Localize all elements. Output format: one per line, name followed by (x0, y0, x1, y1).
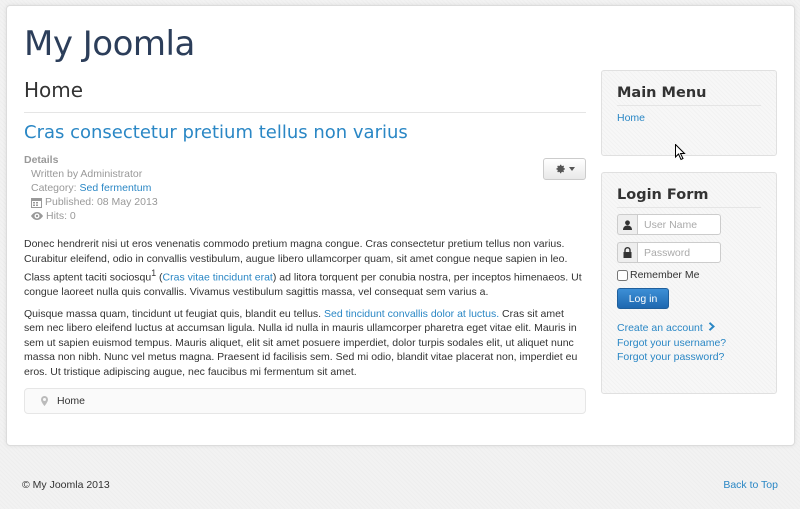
username-input[interactable] (637, 214, 721, 235)
forgot-username-link[interactable]: Forgot your username? (617, 337, 726, 349)
cras-vitae-link[interactable]: Cras vitae tincidunt erat (163, 272, 273, 284)
details-hits: Hits: 0 (24, 209, 586, 223)
eye-icon (31, 212, 43, 220)
main-content: Home Cras consectetur pretium tellus non… (24, 78, 586, 414)
article-paragraph-1: Donec hendrerit nisi ut eros venenatis c… (24, 238, 582, 298)
article-body: Donec hendrerit nisi ut eros venenatis c… (24, 237, 586, 379)
remember-me-checkbox[interactable] (617, 269, 628, 281)
sidebar: Main Menu Home Login Form User Name Reme… (601, 70, 777, 394)
lock-icon-addon (617, 242, 637, 263)
chevron-right-icon (708, 322, 715, 331)
article-tools-button[interactable] (543, 158, 586, 180)
category-link[interactable]: Sed fermentum (80, 181, 152, 195)
page-heading: Home (24, 78, 586, 113)
username-group (617, 214, 761, 235)
user-icon-addon (617, 214, 637, 235)
login-button[interactable]: Log in (617, 288, 669, 309)
password-group (617, 242, 761, 263)
user-icon (623, 219, 632, 230)
login-links: Create an account Forgot your username? … (617, 321, 761, 365)
back-to-top-link[interactable]: Back to Top (723, 479, 778, 491)
calendar-icon (31, 197, 42, 208)
article-paragraph-2: Quisque massa quam, tincidunt ut feugiat… (24, 307, 586, 380)
author-text: Written by Administrator (31, 168, 143, 180)
details-published: Published: 08 May 2013 (24, 195, 586, 209)
lock-icon (623, 247, 632, 258)
main-menu-list: Home (617, 112, 761, 124)
gear-icon (556, 164, 565, 174)
article-title[interactable]: Cras consectetur pretium tellus non vari… (24, 122, 586, 143)
article-title-link[interactable]: Cras consectetur pretium tellus non vari… (24, 122, 408, 143)
site-title[interactable]: My Joomla (24, 24, 195, 64)
create-account-link[interactable]: Create an account (617, 322, 703, 334)
remember-me-label: Remember Me (630, 269, 700, 281)
footnote-marker: 1 (151, 268, 157, 278)
mouse-cursor-icon (675, 144, 686, 161)
password-input[interactable] (637, 242, 721, 263)
breadcrumb: Home (24, 388, 586, 414)
article-details: Details Written by Administrator Categor… (24, 153, 586, 223)
category-label: Category: (31, 182, 77, 194)
caret-down-icon (569, 167, 575, 171)
create-account-row: Create an account (617, 321, 761, 336)
details-title: Details (24, 154, 59, 166)
main-menu-title: Main Menu (617, 85, 761, 106)
hits-count: Hits: 0 (46, 210, 76, 222)
sed-tincidunt-link[interactable]: Sed tincidunt convallis dolor at luctus. (324, 308, 499, 320)
footer-copyright: © My Joomla 2013 (22, 479, 110, 491)
main-menu-module: Main Menu Home (601, 70, 777, 161)
published-date: Published: 08 May 2013 (45, 196, 158, 208)
details-category: Category: Sed fermentum (24, 181, 586, 195)
login-title: Login Form (617, 187, 761, 208)
menu-item-home[interactable]: Home (617, 112, 645, 124)
map-marker-icon (41, 396, 48, 406)
forgot-password-link[interactable]: Forgot your password? (617, 351, 724, 363)
details-author: Written by Administrator (24, 167, 586, 181)
login-module: Login Form User Name Remember Me Log in … (601, 172, 777, 394)
paragraph-text: Quisque massa quam, tincidunt ut feugiat… (24, 307, 322, 320)
breadcrumb-current: Home (57, 395, 86, 407)
remember-me-row[interactable]: Remember Me (617, 269, 761, 281)
page-container: My Joomla Home Cras consectetur pretium … (6, 5, 795, 446)
